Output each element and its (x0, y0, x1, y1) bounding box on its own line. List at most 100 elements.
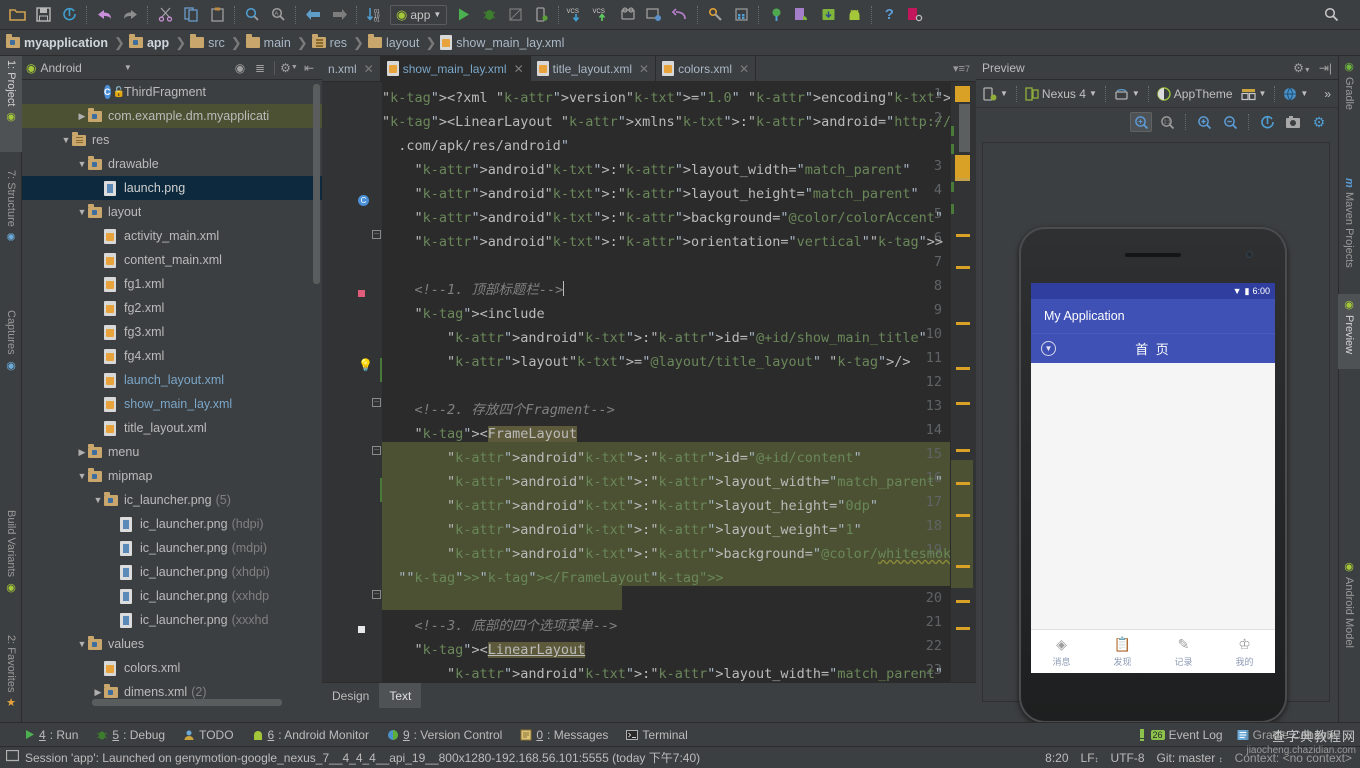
gear-icon[interactable]: ⚙▼ (280, 59, 298, 77)
tree-item[interactable]: colors.xml (22, 656, 322, 680)
tree-right-arrow-icon[interactable]: ▶ (76, 111, 88, 122)
search-icon[interactable] (1318, 2, 1344, 28)
tree-item[interactable]: ▼ res (22, 128, 322, 152)
tree-hscrollbar[interactable] (92, 699, 282, 706)
tree-item[interactable]: launch.png (22, 176, 322, 200)
code-view[interactable]: 1 2 3 4 5 6 7 8 9 10 11 12 13 14 15 16 17 18 19 20 21 22 23 C … (322, 82, 976, 708)
cut-icon[interactable] (152, 2, 178, 28)
settings-wrench-icon[interactable] (702, 2, 728, 28)
avd-manager-icon[interactable] (641, 2, 667, 28)
bottom-tab-event-log[interactable]: 26 Event Log (1137, 728, 1223, 742)
device-selector[interactable]: Nexus 4 ▼ (1022, 83, 1100, 105)
stripe-button-captures[interactable]: Captures ◉ (0, 306, 22, 388)
tree-right-arrow-icon[interactable]: ▶ (76, 447, 88, 458)
help-icon[interactable]: ? (876, 2, 902, 28)
undo-2-icon[interactable] (667, 2, 693, 28)
bottom-tab-run[interactable]: 4: Run (24, 728, 78, 742)
tree-item[interactable]: content_main.xml (22, 248, 322, 272)
android-device-icon[interactable] (841, 2, 867, 28)
tree-item[interactable]: ic_launcher.png (mdpi) (22, 536, 322, 560)
tree-item[interactable]: fg4.xml (22, 344, 322, 368)
tree-item[interactable]: ▶ menu (22, 440, 322, 464)
save-icon[interactable] (30, 2, 56, 28)
line-separator[interactable]: LF↕ (1081, 751, 1099, 765)
device-screen[interactable]: ▼ ▮ 6:00 My Application ▼ 首 页 ◈ 消息 📋 发现 ✎ 记录 ♔… (1031, 283, 1275, 673)
vcs-commit-icon[interactable]: VCS (589, 2, 615, 28)
tree-item[interactable]: ▼ ic_launcher.png (5) (22, 488, 322, 512)
sort-icon[interactable]: 01 10 01 (361, 2, 387, 28)
tree-item[interactable]: C 🔓 ThirdFragment (22, 80, 322, 104)
stripe-button-1-project[interactable]: 1: Project ◉ (0, 56, 22, 152)
tree-item[interactable]: fg3.xml (22, 320, 322, 344)
tree-item[interactable]: launch_layout.xml (22, 368, 322, 392)
tree-item[interactable]: ▼ mipmap (22, 464, 322, 488)
device-tab-记录[interactable]: ✎ 记录 (1153, 630, 1214, 673)
breadcrumb-item-layout[interactable]: layout (367, 30, 421, 56)
encoding[interactable]: UTF-8 (1111, 751, 1145, 765)
bottom-tab-terminal[interactable]: Terminal (626, 728, 688, 742)
run-icon[interactable] (450, 2, 476, 28)
close-icon[interactable]: ✕ (364, 62, 374, 76)
tree-item[interactable]: ic_launcher.png (hdpi) (22, 512, 322, 536)
tree-item[interactable]: ▼ layout (22, 200, 322, 224)
sdk-manager-icon[interactable] (615, 2, 641, 28)
bottom-tab-android-monitor[interactable]: 6: Android Monitor (252, 728, 369, 742)
stripe-button-build-variants[interactable]: Build Variants ◉ (0, 506, 22, 630)
orientation-icon[interactable]: ▼ (1111, 83, 1143, 105)
run-configuration-selector[interactable]: ◉ app ▼ (390, 4, 448, 25)
editor-mode-text[interactable]: Text (379, 683, 422, 708)
refresh-icon[interactable] (1256, 112, 1278, 132)
stripe-button-maven-projects[interactable]: m Maven Projects (1338, 174, 1360, 298)
tree-item[interactable]: ▶ com.example.dm.myapplicati (22, 104, 322, 128)
tree-item[interactable]: ▼ values (22, 632, 322, 656)
project-view-label[interactable]: Android (40, 61, 81, 75)
zoom-out-icon[interactable] (1219, 112, 1241, 132)
caret-position[interactable]: 8:20 (1045, 751, 1068, 765)
target-icon[interactable]: ◉ (231, 59, 249, 77)
redo-icon[interactable] (117, 2, 143, 28)
fold-marker[interactable]: ─ (372, 590, 381, 599)
bottom-tab-debug[interactable]: 5: Debug (96, 728, 165, 742)
device-tab-消息[interactable]: ◈ 消息 (1031, 630, 1092, 673)
editor-tab-n-xml[interactable]: n.xml ✕ (322, 56, 381, 81)
sync-icon[interactable] (56, 2, 82, 28)
find-icon[interactable] (239, 2, 265, 28)
editor-tab-show-main-lay-xml[interactable]: show_main_lay.xml ✕ (380, 56, 531, 81)
editor-mode-design[interactable]: Design (322, 683, 379, 708)
tree-down-arrow-icon[interactable]: ▼ (76, 471, 88, 481)
fold-marker[interactable]: ─ (372, 398, 381, 407)
find-replace-icon[interactable]: A (265, 2, 291, 28)
tree-down-arrow-icon[interactable]: ▼ (60, 135, 72, 145)
tree-item[interactable]: ic_launcher.png (xxxhd (22, 608, 322, 632)
layout-inspector-icon[interactable] (789, 2, 815, 28)
close-icon[interactable]: ✕ (639, 62, 649, 76)
editor-gutter[interactable] (322, 82, 382, 708)
hide-panel-icon[interactable]: ⇥| (1319, 61, 1332, 75)
back-icon[interactable] (300, 2, 326, 28)
close-icon[interactable]: ✕ (739, 62, 749, 76)
breadcrumb-item-res[interactable]: res (311, 30, 349, 56)
tree-down-arrow-icon[interactable]: ▼ (76, 207, 88, 217)
hide-panel-icon[interactable]: ⇤ (300, 59, 318, 77)
attach-debugger-icon[interactable] (528, 2, 554, 28)
tree-down-arrow-icon[interactable]: ▼ (76, 159, 88, 169)
tree-item[interactable]: ic_launcher.png (xxhdp (22, 584, 322, 608)
editor-tab-title-layout-xml[interactable]: title_layout.xml ✕ (531, 56, 657, 81)
monitor-icon[interactable] (902, 2, 928, 28)
vcs-update-icon[interactable]: VCS (563, 2, 589, 28)
collapse-all-icon[interactable]: ≣ (251, 59, 269, 77)
stripe-button-android-model[interactable]: ◉ Android Model (1338, 556, 1360, 673)
intention-bulb-icon[interactable]: 💡 (358, 358, 373, 372)
open-folder-icon[interactable] (4, 2, 30, 28)
debug-icon[interactable] (476, 2, 502, 28)
tree-item[interactable]: activity_main.xml (22, 224, 322, 248)
sdk-download-icon[interactable] (815, 2, 841, 28)
breadcrumb-item-main[interactable]: main (245, 30, 293, 56)
fold-marker[interactable]: ─ (372, 446, 381, 455)
api-version-icon[interactable]: ▼ (1238, 83, 1270, 105)
tree-item[interactable]: ▼ drawable (22, 152, 322, 176)
breadcrumb-item-app[interactable]: app (128, 30, 171, 56)
tree-scrollbar[interactable] (313, 84, 320, 284)
tree-item[interactable]: title_layout.xml (22, 416, 322, 440)
tree-item[interactable]: ic_launcher.png (xhdpi) (22, 560, 322, 584)
